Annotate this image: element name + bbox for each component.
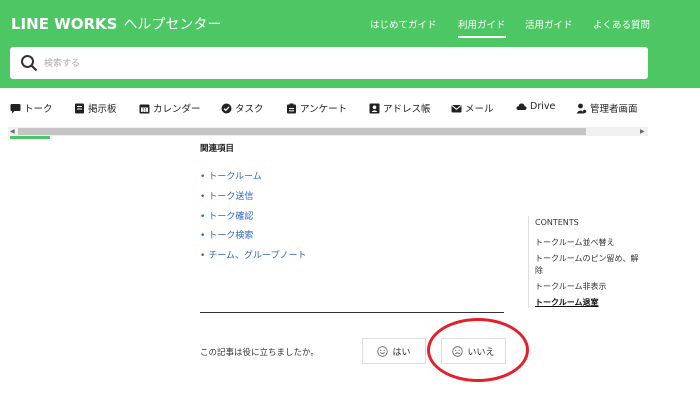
related-link-confirm[interactable]: • トーク確認 <box>200 209 253 222</box>
contents-item-current[interactable]: トークルーム退室 <box>535 297 599 308</box>
related-link-send[interactable]: • トーク送信 <box>200 189 253 202</box>
mail-icon <box>451 104 462 112</box>
related-link-talkroom[interactable]: • トークルーム <box>200 169 262 182</box>
related-link-label: トーク検索 <box>208 231 254 241</box>
nav-tips-guide[interactable]: 活用ガイド <box>525 17 573 31</box>
search-icon <box>21 55 38 72</box>
category-board[interactable]: 掲示板 <box>74 101 117 115</box>
contents-item[interactable]: トークルーム非表示 <box>535 281 607 292</box>
table-of-contents: CONTENTS トークルーム並べ替え トークルームのピン留め、解 除 トークル… <box>528 216 648 308</box>
scroll-left-icon[interactable]: ◀ <box>10 127 15 136</box>
search-input[interactable]: 検索する <box>44 56 80 69</box>
related-link-label: トークルーム <box>208 172 262 182</box>
feedback-yes-label: はい <box>392 347 411 358</box>
feedback-yes-button[interactable]: はい <box>362 338 426 364</box>
header: LINE WORKS ヘルプセンター はじめてガイド 利用ガイド 活用ガイド よく… <box>0 0 700 88</box>
category-label: トーク <box>24 104 53 115</box>
divider <box>200 312 504 313</box>
scroll-right-icon[interactable]: ▶ <box>640 127 645 136</box>
contact-icon <box>369 103 380 113</box>
category-label: 掲示板 <box>88 104 117 115</box>
horizontal-scrollbar[interactable]: ◀ ▶ <box>8 127 648 136</box>
category-label: アドレス帳 <box>383 104 431 115</box>
search-bar[interactable]: 検索する <box>10 47 648 79</box>
category-survey[interactable]: アンケート <box>286 101 347 115</box>
category-label: Drive <box>530 101 556 112</box>
category-task[interactable]: タスク <box>221 101 264 115</box>
chat-icon <box>10 103 21 113</box>
contents-item[interactable]: 除 <box>535 265 543 276</box>
category-talk[interactable]: トーク <box>10 101 53 115</box>
category-label: タスク <box>235 104 264 115</box>
svg-text:31: 31 <box>142 107 148 112</box>
feedback-question: この記事は役に立ちましたか。 <box>200 348 319 358</box>
bullet: • <box>200 231 206 241</box>
bullet: • <box>200 212 206 222</box>
top-nav: はじめてガイド 利用ガイド 活用ガイド よくある質問 <box>0 17 700 38</box>
category-label: カレンダー <box>153 104 201 115</box>
category-drive[interactable]: Drive <box>516 101 555 112</box>
category-calendar[interactable]: 31 カレンダー <box>139 101 201 115</box>
scrollbar-thumb[interactable] <box>18 128 586 135</box>
bullet: • <box>200 251 206 261</box>
category-label: メール <box>465 104 494 115</box>
check-icon <box>221 103 232 113</box>
related-link-label: チーム、グループノート <box>208 251 307 261</box>
survey-icon <box>287 103 296 113</box>
related-link-label: トーク確認 <box>208 212 254 222</box>
highlight-circle <box>427 318 529 382</box>
contents-title: CONTENTS <box>535 218 579 227</box>
related-link-team-note[interactable]: • チーム、グループノート <box>200 248 307 261</box>
related-link-search[interactable]: • トーク検索 <box>200 228 253 241</box>
board-icon <box>75 103 84 113</box>
related-title: 関連項目 <box>200 144 235 154</box>
category-admin[interactable]: 管理者画面 <box>576 101 638 115</box>
smile-icon <box>377 345 389 357</box>
admin-icon <box>576 103 587 113</box>
cloud-icon <box>516 103 527 110</box>
contents-item[interactable]: トークルーム並べ替え <box>535 237 615 248</box>
bullet: • <box>200 172 206 182</box>
calendar-icon: 31 <box>139 104 150 113</box>
nav-faq[interactable]: よくある質問 <box>593 17 650 31</box>
category-nav: トーク 掲示板 31 カレンダー タスク アンケート アドレス帳 メール Dri… <box>0 96 700 120</box>
category-label: 管理者画面 <box>590 104 638 115</box>
active-tab-indicator <box>10 136 50 139</box>
nav-getting-started[interactable]: はじめてガイド <box>370 17 437 31</box>
category-label: アンケート <box>300 104 348 115</box>
category-mail[interactable]: メール <box>451 101 494 115</box>
related-link-label: トーク送信 <box>208 192 254 202</box>
contents-item[interactable]: トークルームのピン留め、解 <box>535 253 639 264</box>
category-address-book[interactable]: アドレス帳 <box>369 101 431 115</box>
nav-user-guide[interactable]: 利用ガイド <box>458 17 506 38</box>
bullet: • <box>200 192 206 202</box>
